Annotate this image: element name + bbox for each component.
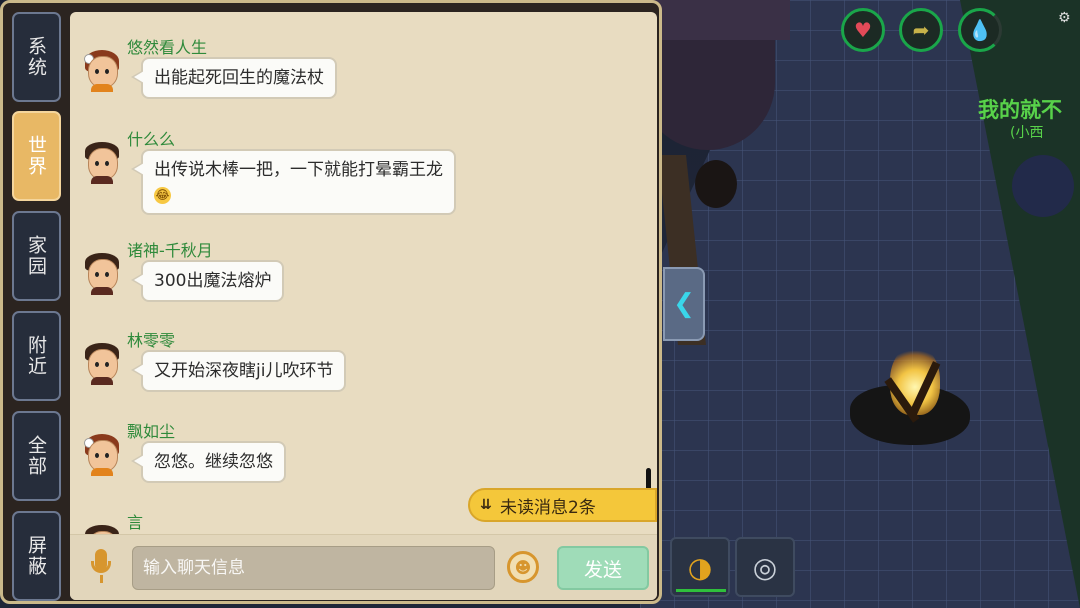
send-button[interactable]: 发送 bbox=[557, 546, 649, 590]
avatar-body bbox=[91, 377, 113, 385]
chat-message-input[interactable] bbox=[132, 546, 495, 590]
avatar-eye bbox=[95, 69, 99, 74]
sender-name[interactable]: 言 bbox=[127, 509, 143, 533]
chevron-left-icon: ❮ bbox=[673, 289, 695, 319]
mic-leg bbox=[99, 575, 103, 583]
male-avatar[interactable] bbox=[82, 251, 122, 295]
tab-all[interactable]: 全部 bbox=[12, 411, 61, 501]
settings-icon[interactable]: ⚙ bbox=[1058, 10, 1071, 26]
sender-name[interactable]: 林零零 bbox=[127, 327, 175, 351]
message-bubble: 出传说木棒一把，一下就能打晕霸王龙 😂 bbox=[131, 149, 456, 215]
food-icon[interactable]: ➦ bbox=[899, 8, 943, 52]
laughing-emoji-icon: 😂 bbox=[154, 187, 171, 204]
tab-home[interactable]: 家园 bbox=[12, 211, 61, 301]
hotbar-slot-2[interactable]: ◎ bbox=[735, 537, 795, 597]
male-avatar[interactable] bbox=[82, 140, 122, 184]
sender-name[interactable]: 悠然看人生 bbox=[127, 34, 207, 58]
campfire bbox=[850, 345, 975, 455]
tab-system[interactable]: 系统 bbox=[12, 12, 61, 102]
player-subtitle: (小西 bbox=[1010, 125, 1044, 141]
water-drop-icon[interactable]: 💧 bbox=[958, 8, 1002, 52]
chat-message-list[interactable]: 悠然看人生 出能起死回生的魔法杖 什么么 出传说木棒一把，一下就能打晕霸王龙 😂 bbox=[70, 12, 657, 600]
creature-sprite bbox=[695, 160, 737, 208]
hotbar-slot-1[interactable]: ◑ bbox=[670, 537, 730, 597]
item-durability-bar bbox=[676, 589, 726, 592]
avatar-body bbox=[91, 176, 113, 184]
message-text: 出传说木棒一把，一下就能打晕霸王龙 bbox=[154, 160, 443, 180]
unread-messages-button[interactable]: ⇊ 未读消息2条 bbox=[468, 488, 657, 522]
heart-icon[interactable]: ♥ bbox=[841, 8, 885, 52]
avatar-eye bbox=[95, 272, 99, 277]
tab-world[interactable]: 世界 bbox=[12, 111, 61, 201]
message-bubble: 忽悠。继续忽悠 bbox=[131, 441, 286, 483]
microphone-icon[interactable] bbox=[86, 549, 116, 585]
player-subtitle-text: 小西 bbox=[1015, 125, 1044, 141]
female-avatar[interactable] bbox=[82, 432, 122, 476]
tab-blocked[interactable]: 屏蔽 bbox=[12, 511, 61, 601]
avatar-eye bbox=[95, 453, 99, 458]
avatar-eye bbox=[105, 453, 109, 458]
message-bubble: 又开始深夜瞎ji儿吹环节 bbox=[130, 350, 347, 392]
tab-nearby[interactable]: 附近 bbox=[12, 311, 61, 401]
avatar-eye bbox=[95, 362, 99, 367]
sender-name[interactable]: 诸神-千秋月 bbox=[127, 237, 213, 261]
smiley-face-icon[interactable]: ☻ bbox=[507, 551, 539, 583]
chat-input-bar: ☻ 发送 bbox=[70, 534, 657, 600]
message-bubble: 300出魔法熔炉 bbox=[130, 260, 285, 302]
avatar-body bbox=[91, 468, 113, 476]
player-nameplate: 我的就不 bbox=[978, 98, 1062, 122]
male-avatar[interactable] bbox=[82, 341, 122, 385]
mic-stand bbox=[91, 561, 111, 573]
disc-item-icon: ◎ bbox=[752, 550, 778, 584]
sender-name[interactable]: 飘如尘 bbox=[127, 418, 175, 442]
banana-item-icon: ◑ bbox=[687, 550, 713, 584]
building-roof bbox=[640, 0, 790, 40]
female-avatar[interactable] bbox=[82, 48, 122, 92]
avatar-body bbox=[91, 287, 113, 295]
chat-panel: 系统 世界 家园 附近 全部 屏蔽 悠然看人生 出能起死回生的魔法杖 什么么 出… bbox=[0, 0, 662, 604]
avatar-eye bbox=[105, 69, 109, 74]
unread-label: 未读消息2条 bbox=[500, 497, 596, 518]
monster-sprite bbox=[1012, 155, 1074, 217]
avatar-eye bbox=[105, 362, 109, 367]
collapse-chat-button[interactable]: ❮ bbox=[663, 267, 705, 341]
avatar-eye bbox=[105, 161, 109, 166]
message-bubble: 出能起死回生的魔法杖 bbox=[131, 57, 337, 99]
sender-name[interactable]: 什么么 bbox=[127, 126, 175, 150]
double-chevron-down-icon: ⇊ bbox=[480, 497, 492, 513]
avatar-eye bbox=[105, 272, 109, 277]
avatar-body bbox=[91, 84, 113, 92]
avatar-eye bbox=[95, 161, 99, 166]
